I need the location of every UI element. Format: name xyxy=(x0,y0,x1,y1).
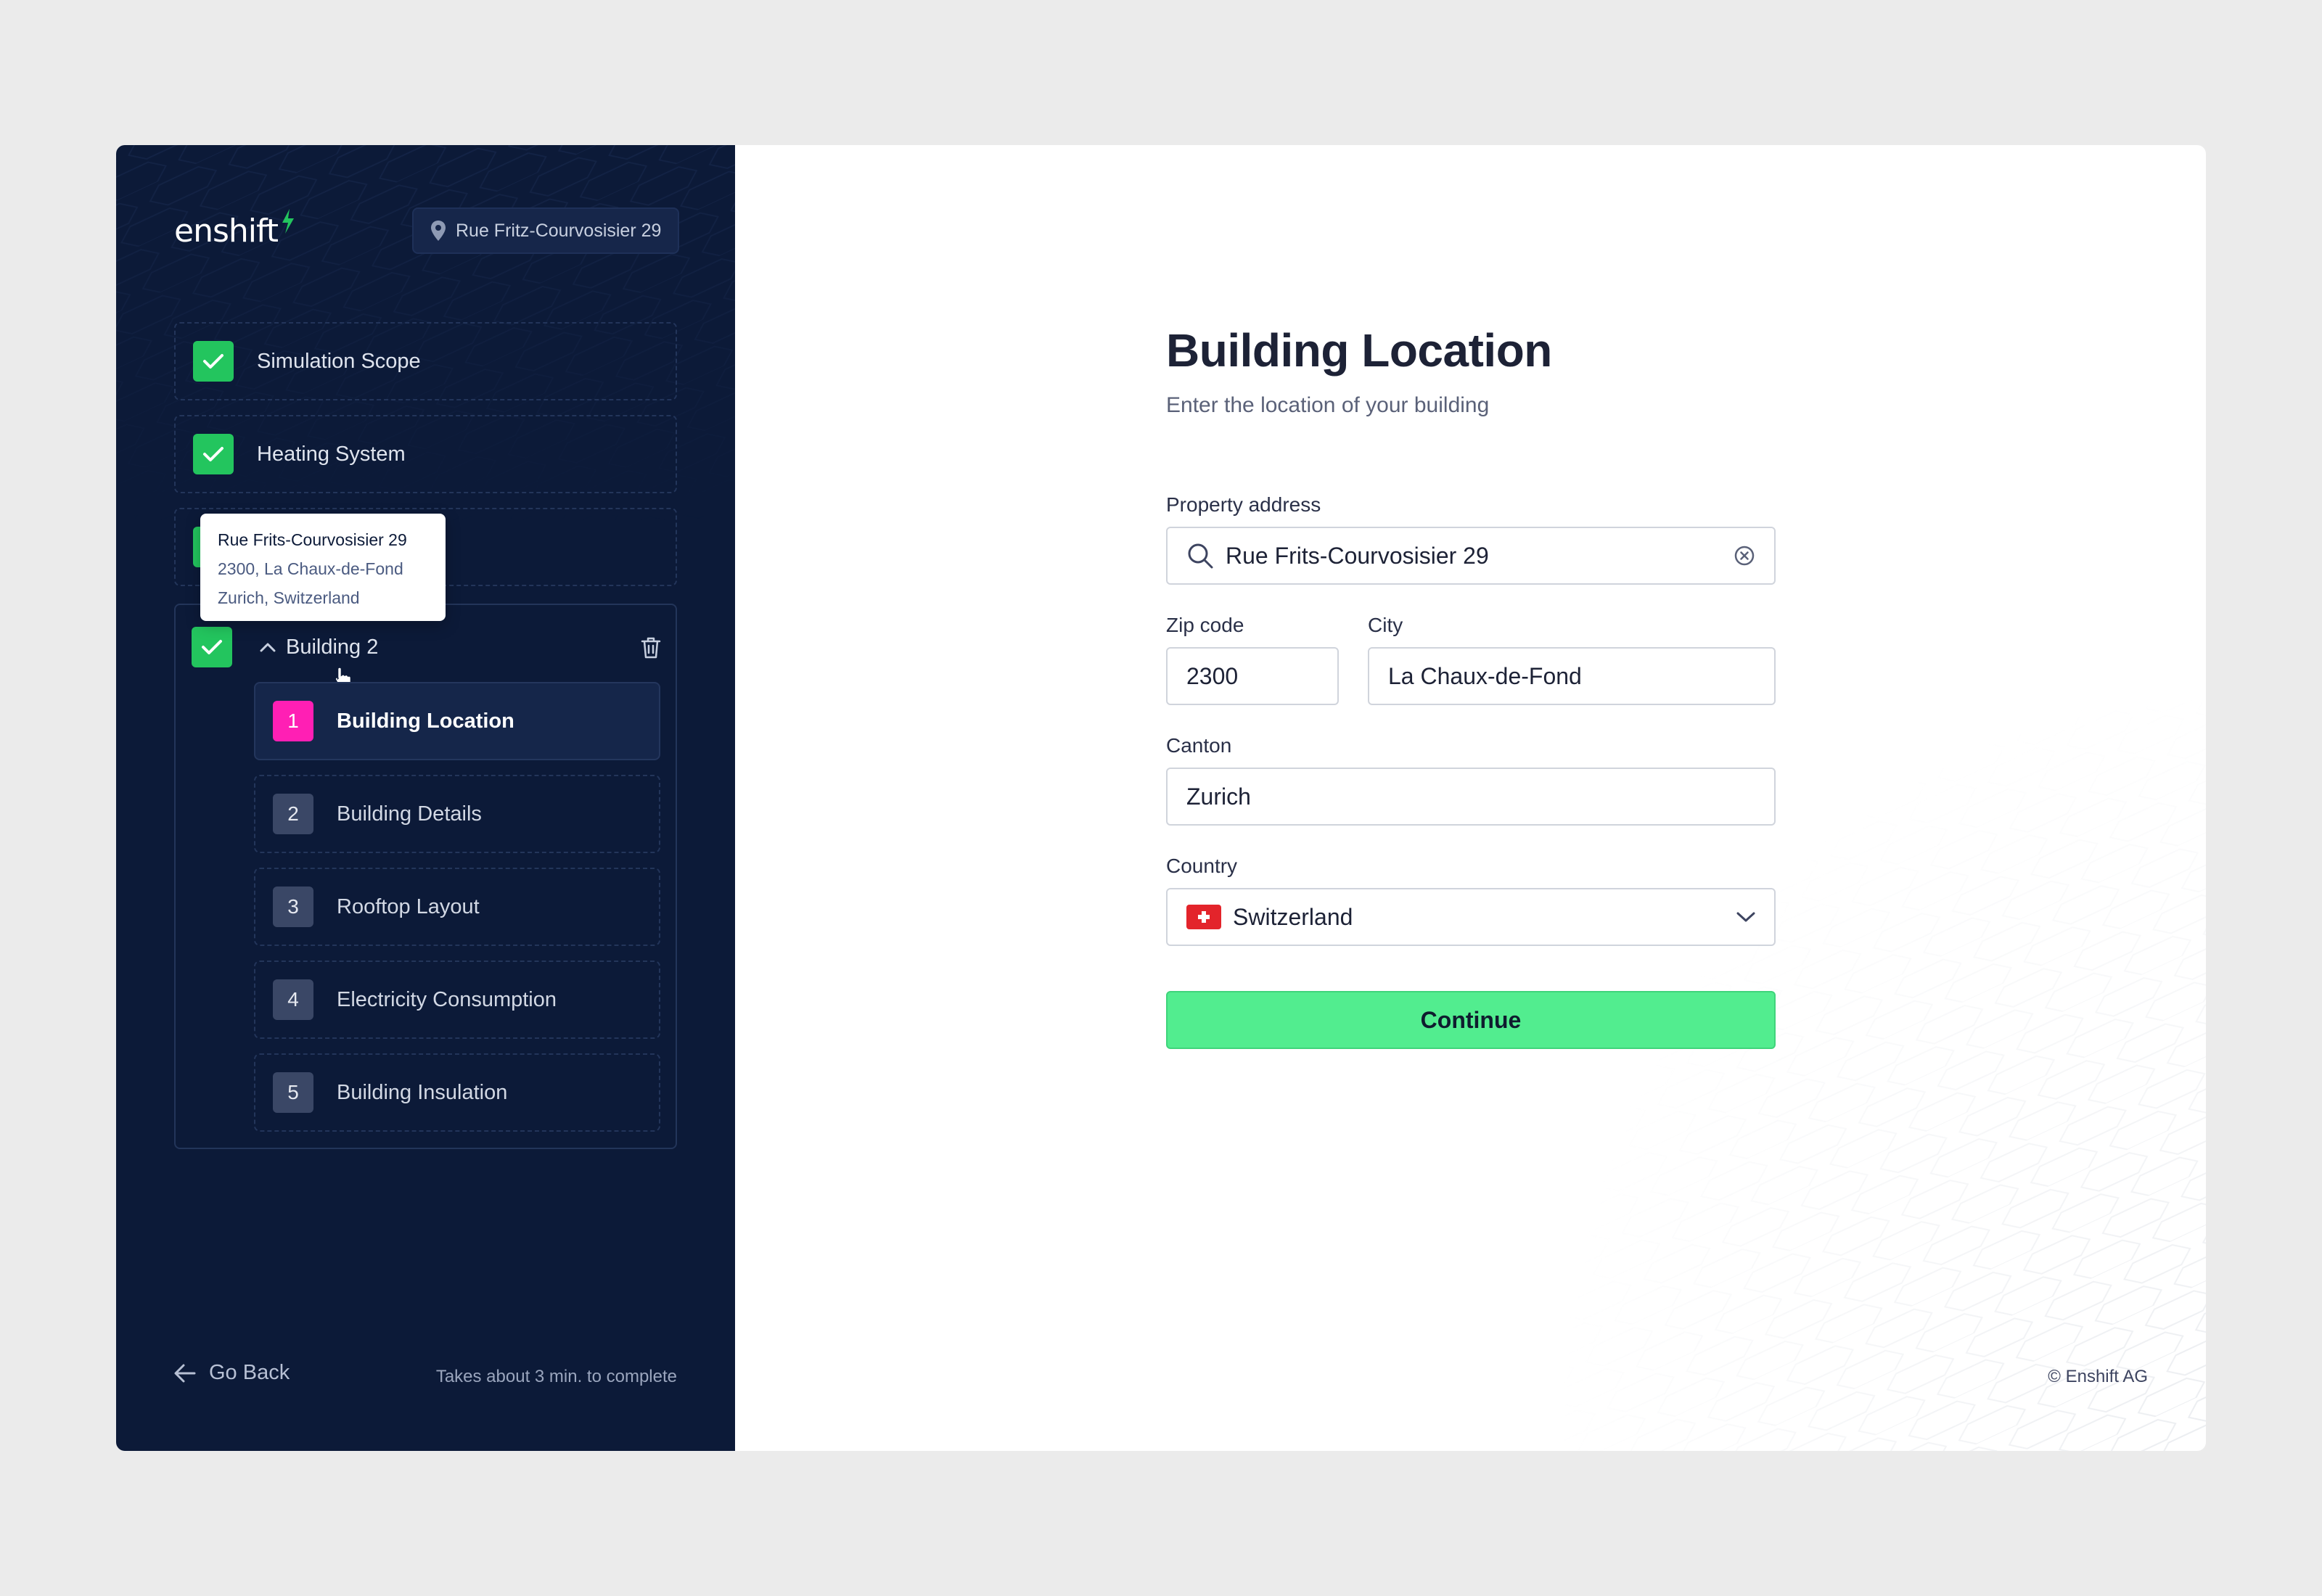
check-icon xyxy=(192,627,232,667)
location-form: Building Location Enter the location of … xyxy=(1166,324,1776,1049)
city-field: City La Chaux-de-Fond xyxy=(1368,614,1776,705)
duration-note: Takes about 3 min. to complete xyxy=(435,1367,677,1386)
substep-label: Building Details xyxy=(337,802,482,826)
substep-number: 2 xyxy=(273,794,313,834)
check-icon xyxy=(193,341,234,382)
logo-text: enshift xyxy=(174,212,279,250)
bolt-icon xyxy=(282,209,294,234)
city-label: City xyxy=(1368,614,1403,636)
address-pill-text: Rue Fritz-Courvosisier 29 xyxy=(456,220,662,241)
app-window: enshift Rue Fritz-Courvosisier 29 Simula… xyxy=(116,145,2206,1451)
building-group-header[interactable]: Building 2 xyxy=(192,627,661,688)
step-heating-system[interactable]: Heating System xyxy=(174,415,677,493)
property-address-label: Property address xyxy=(1166,493,1321,516)
main-panel: Building Location Enter the location of … xyxy=(735,145,2206,1451)
step-simulation-scope[interactable]: Simulation Scope xyxy=(174,322,677,400)
substep-building-details[interactable]: 2 Building Details xyxy=(254,775,660,853)
substep-rooftop-layout[interactable]: 3 Rooftop Layout xyxy=(254,868,660,946)
clear-icon[interactable] xyxy=(1734,545,1755,567)
country-field: Country Switzerland xyxy=(1166,855,1776,946)
substep-electricity-consumption[interactable]: 4 Electricity Consumption xyxy=(254,961,660,1039)
go-back-label: Go Back xyxy=(209,1361,290,1384)
search-icon xyxy=(1188,543,1213,569)
trash-icon[interactable] xyxy=(641,637,661,659)
substep-label: Electricity Consumption xyxy=(337,987,557,1011)
property-address-value: Rue Frits-Courvosisier 29 xyxy=(1226,542,1489,569)
map-pin-icon xyxy=(431,221,446,241)
country-value: Switzerland xyxy=(1233,903,1353,930)
enshift-logo[interactable]: enshift xyxy=(174,209,295,252)
substep-number: 5 xyxy=(273,1072,313,1113)
zip-label: Zip code xyxy=(1166,614,1244,636)
substep-number: 4 xyxy=(273,979,313,1020)
substep-label: Rooftop Layout xyxy=(337,894,480,918)
substep-number: 3 xyxy=(273,887,313,927)
continue-button[interactable]: Continue xyxy=(1166,991,1776,1049)
chevron-up-icon[interactable] xyxy=(260,642,276,652)
arrow-left-icon xyxy=(174,1364,196,1382)
building-group-title: Building 2 xyxy=(286,635,379,659)
swiss-flag-icon xyxy=(1186,905,1221,929)
step-label: Simulation Scope xyxy=(257,349,421,373)
substep-label: Building Insulation xyxy=(337,1080,508,1104)
substep-building-location[interactable]: 1 Building Location xyxy=(254,682,660,760)
canton-input[interactable]: Zurich xyxy=(1166,768,1776,826)
address-tooltip: Rue Frits-Courvosisier 29 2300, La Chaux… xyxy=(200,514,446,621)
substep-building-insulation[interactable]: 5 Building Insulation xyxy=(254,1053,660,1132)
building-group: Building 2 1 Building Location 2 Buildin… xyxy=(174,604,677,1149)
zip-value: 2300 xyxy=(1186,662,1239,689)
page-title: Building Location xyxy=(1166,324,1552,377)
page-subtitle: Enter the location of your building xyxy=(1166,393,1490,417)
chevron-down-icon xyxy=(1736,912,1755,922)
country-label: Country xyxy=(1166,855,1238,877)
address-pill[interactable]: Rue Fritz-Courvosisier 29 xyxy=(412,207,679,254)
city-input[interactable]: La Chaux-de-Fond xyxy=(1368,647,1776,705)
canton-value: Zurich xyxy=(1186,783,1251,810)
copyright: © Enshift AG xyxy=(2048,1367,2148,1386)
sidebar: enshift Rue Fritz-Courvosisier 29 Simula… xyxy=(116,145,735,1451)
zip-city-row: Zip code 2300 City La Chaux-de-Fond xyxy=(1166,614,1776,705)
check-icon xyxy=(193,434,234,474)
tooltip-city: 2300, La Chaux-de-Fond xyxy=(218,559,403,578)
property-address-field: Property address Rue Frits-Courvosisier … xyxy=(1166,493,1776,585)
canton-label: Canton xyxy=(1166,734,1232,757)
tooltip-street: Rue Frits-Courvosisier 29 xyxy=(218,530,407,549)
substep-label: Building Location xyxy=(337,709,514,733)
property-address-input[interactable]: Rue Frits-Courvosisier 29 xyxy=(1166,527,1776,585)
country-select[interactable]: Switzerland xyxy=(1166,888,1776,946)
go-back-button[interactable]: Go Back xyxy=(174,1361,290,1385)
canton-field: Canton Zurich xyxy=(1166,734,1776,826)
city-value: La Chaux-de-Fond xyxy=(1388,662,1582,689)
substep-number: 1 xyxy=(273,701,313,741)
zip-field: Zip code 2300 xyxy=(1166,614,1339,705)
zip-input[interactable]: 2300 xyxy=(1166,647,1339,705)
tooltip-region: Zurich, Switzerland xyxy=(218,588,360,607)
step-label: Heating System xyxy=(257,442,406,466)
